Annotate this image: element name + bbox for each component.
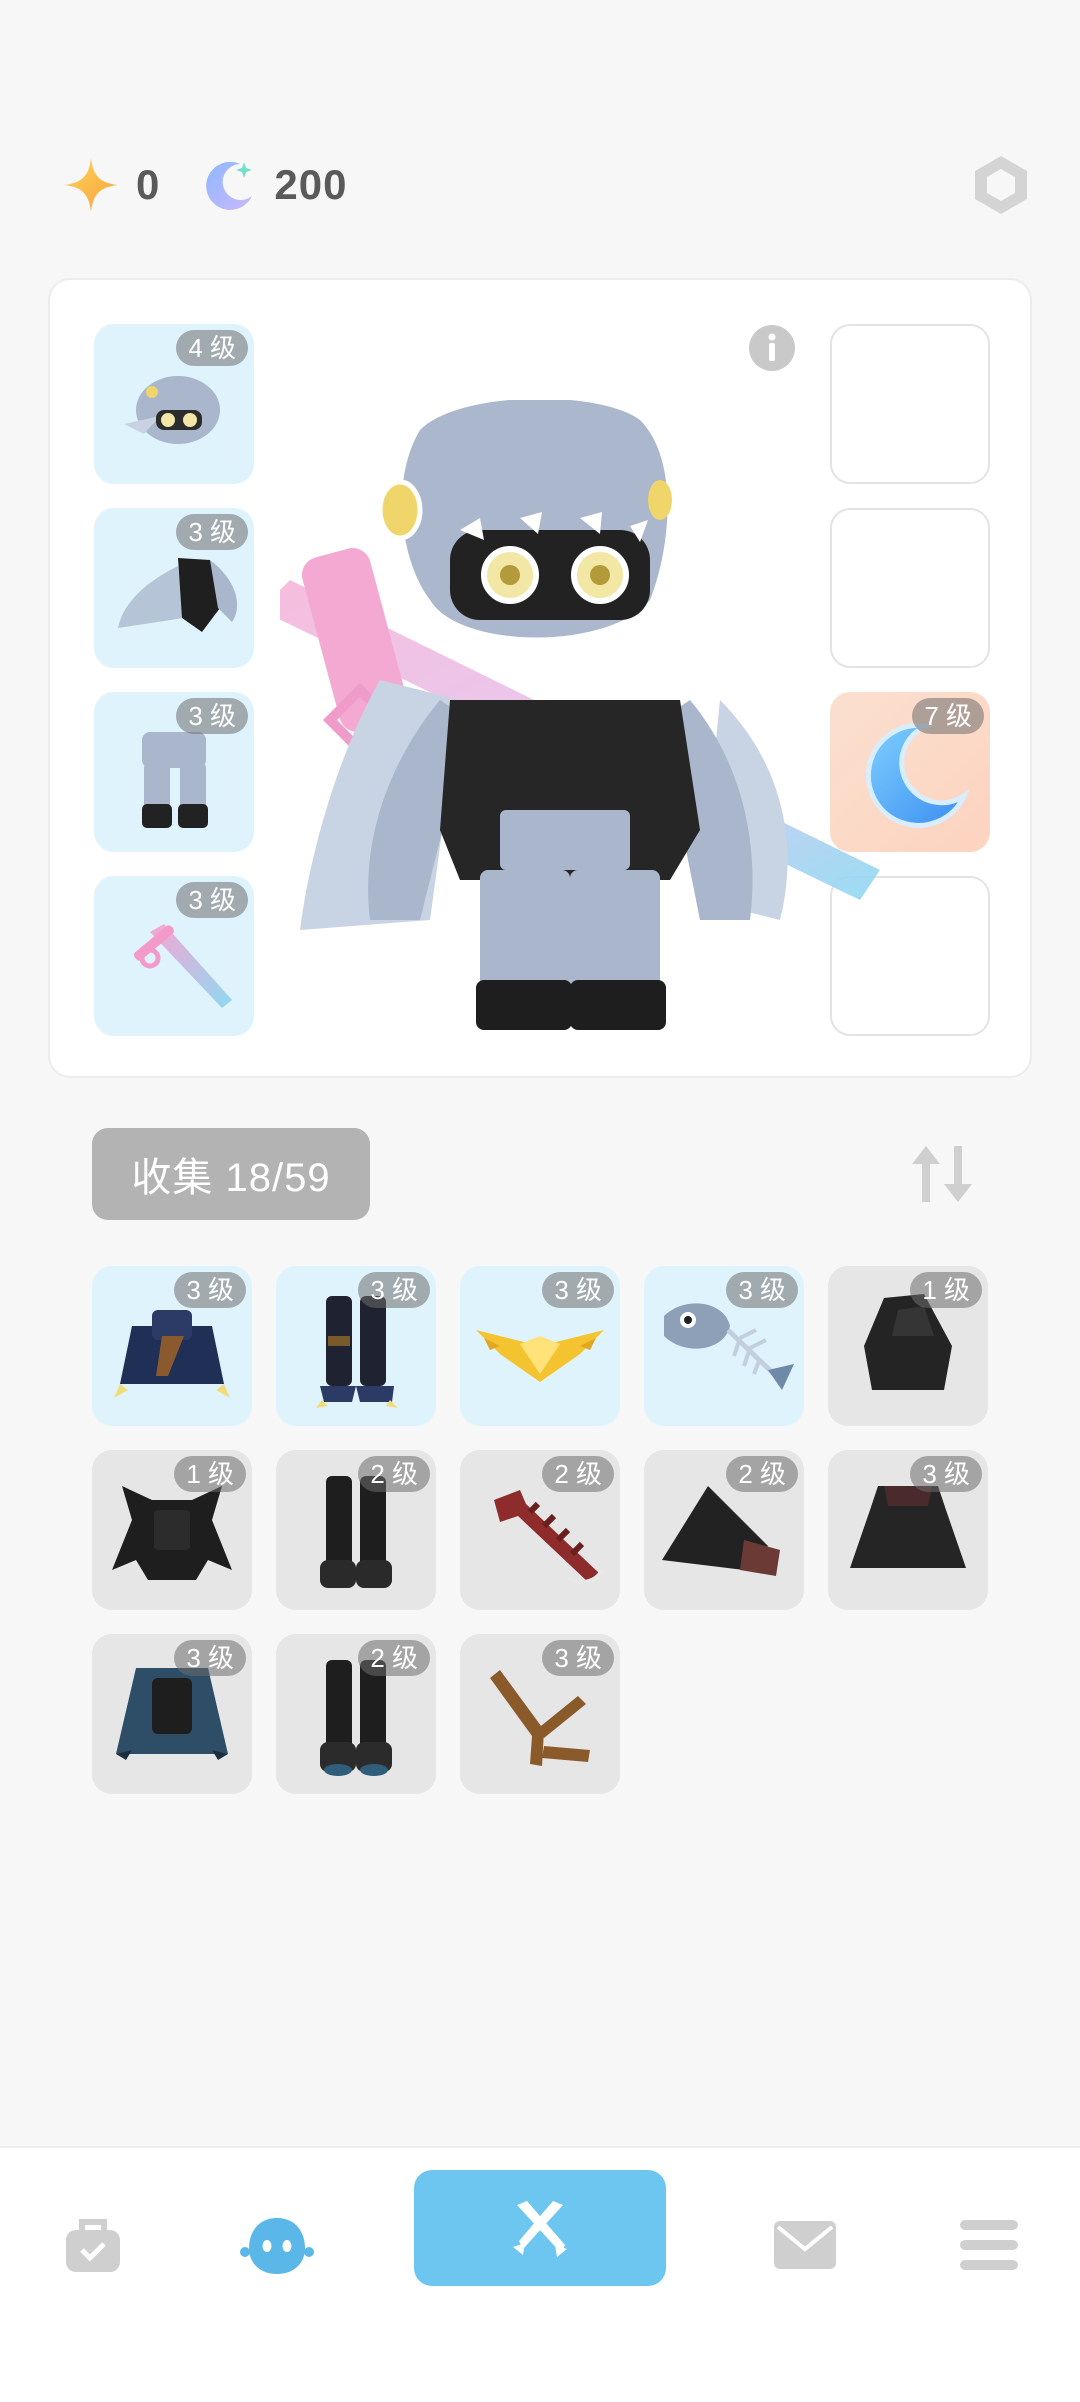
star-count: 0 — [136, 161, 161, 208]
level-badge: 4 级 — [176, 330, 248, 366]
battle-icon — [513, 2201, 567, 2257]
level-badge: 3 级 — [176, 698, 248, 734]
nav-bag[interactable] — [48, 2200, 138, 2290]
level-badge: 2 级 — [358, 1456, 430, 1492]
level-badge: 2 级 — [726, 1456, 798, 1492]
equip-slot-pants[interactable]: 3 级 — [94, 692, 254, 852]
menu-icon — [960, 2220, 1018, 2270]
level-badge: 3 级 — [910, 1456, 982, 1492]
level-badge: 3 级 — [176, 882, 248, 918]
inventory-item[interactable]: 3 级 — [828, 1450, 988, 1610]
inventory-item[interactable]: 3 级 — [92, 1266, 252, 1426]
star-icon — [64, 158, 118, 212]
level-badge: 2 级 — [542, 1456, 614, 1492]
collection-label: 收集 18/59 — [131, 1156, 331, 1200]
nav-character[interactable] — [232, 2200, 322, 2290]
level-badge: 3 级 — [358, 1272, 430, 1308]
inventory-item[interactable]: 1 级 — [92, 1450, 252, 1610]
equip-slot-head[interactable]: 4 级 — [94, 324, 254, 484]
nav-menu[interactable] — [944, 2200, 1034, 2290]
inventory-item[interactable]: 3 级 — [276, 1266, 436, 1426]
info-icon[interactable] — [748, 324, 796, 372]
equip-slot-weapon[interactable]: 3 级 — [94, 876, 254, 1036]
bottom-nav — [0, 2146, 1080, 2402]
level-badge: 3 级 — [542, 1272, 614, 1308]
character-preview — [280, 400, 880, 1030]
star-currency: 0 — [62, 156, 160, 214]
mail-icon — [774, 2221, 836, 2269]
inventory-item[interactable]: 1 级 — [828, 1266, 988, 1426]
collection-filter-button[interactable]: 收集 18/59 — [92, 1128, 370, 1220]
settings-hexagon-icon[interactable] — [968, 152, 1034, 218]
inventory-item[interactable]: 2 级 — [460, 1450, 620, 1610]
level-badge: 3 级 — [174, 1640, 246, 1676]
moon-currency: 200 — [200, 156, 347, 214]
level-badge: 2 级 — [358, 1640, 430, 1676]
level-badge: 3 级 — [726, 1272, 798, 1308]
inventory-item[interactable]: 3 级 — [92, 1634, 252, 1794]
inventory-item[interactable]: 3 级 — [460, 1634, 620, 1794]
nav-battle-button[interactable] — [414, 2170, 666, 2286]
level-badge: 3 级 — [174, 1272, 246, 1308]
inventory-item[interactable]: 3 级 — [644, 1266, 804, 1426]
equip-slot-top[interactable]: 3 级 — [94, 508, 254, 668]
inventory-item[interactable]: 3 级 — [460, 1266, 620, 1426]
level-badge: 1 级 — [174, 1456, 246, 1492]
inventory-item[interactable]: 2 级 — [276, 1450, 436, 1610]
character-icon — [240, 2218, 314, 2274]
moon-icon — [206, 161, 253, 210]
inventory-item[interactable]: 2 级 — [644, 1450, 804, 1610]
moon-count: 200 — [274, 161, 348, 208]
bag-icon — [66, 2219, 120, 2272]
level-badge: 3 级 — [176, 514, 248, 550]
nav-mail[interactable] — [760, 2200, 850, 2290]
currency-bar: 0 200 — [62, 150, 387, 220]
sort-icon[interactable] — [906, 1142, 978, 1206]
level-badge: 1 级 — [910, 1272, 982, 1308]
level-badge: 3 级 — [542, 1640, 614, 1676]
inventory-item[interactable]: 2 级 — [276, 1634, 436, 1794]
level-badge: 7 级 — [912, 698, 984, 734]
